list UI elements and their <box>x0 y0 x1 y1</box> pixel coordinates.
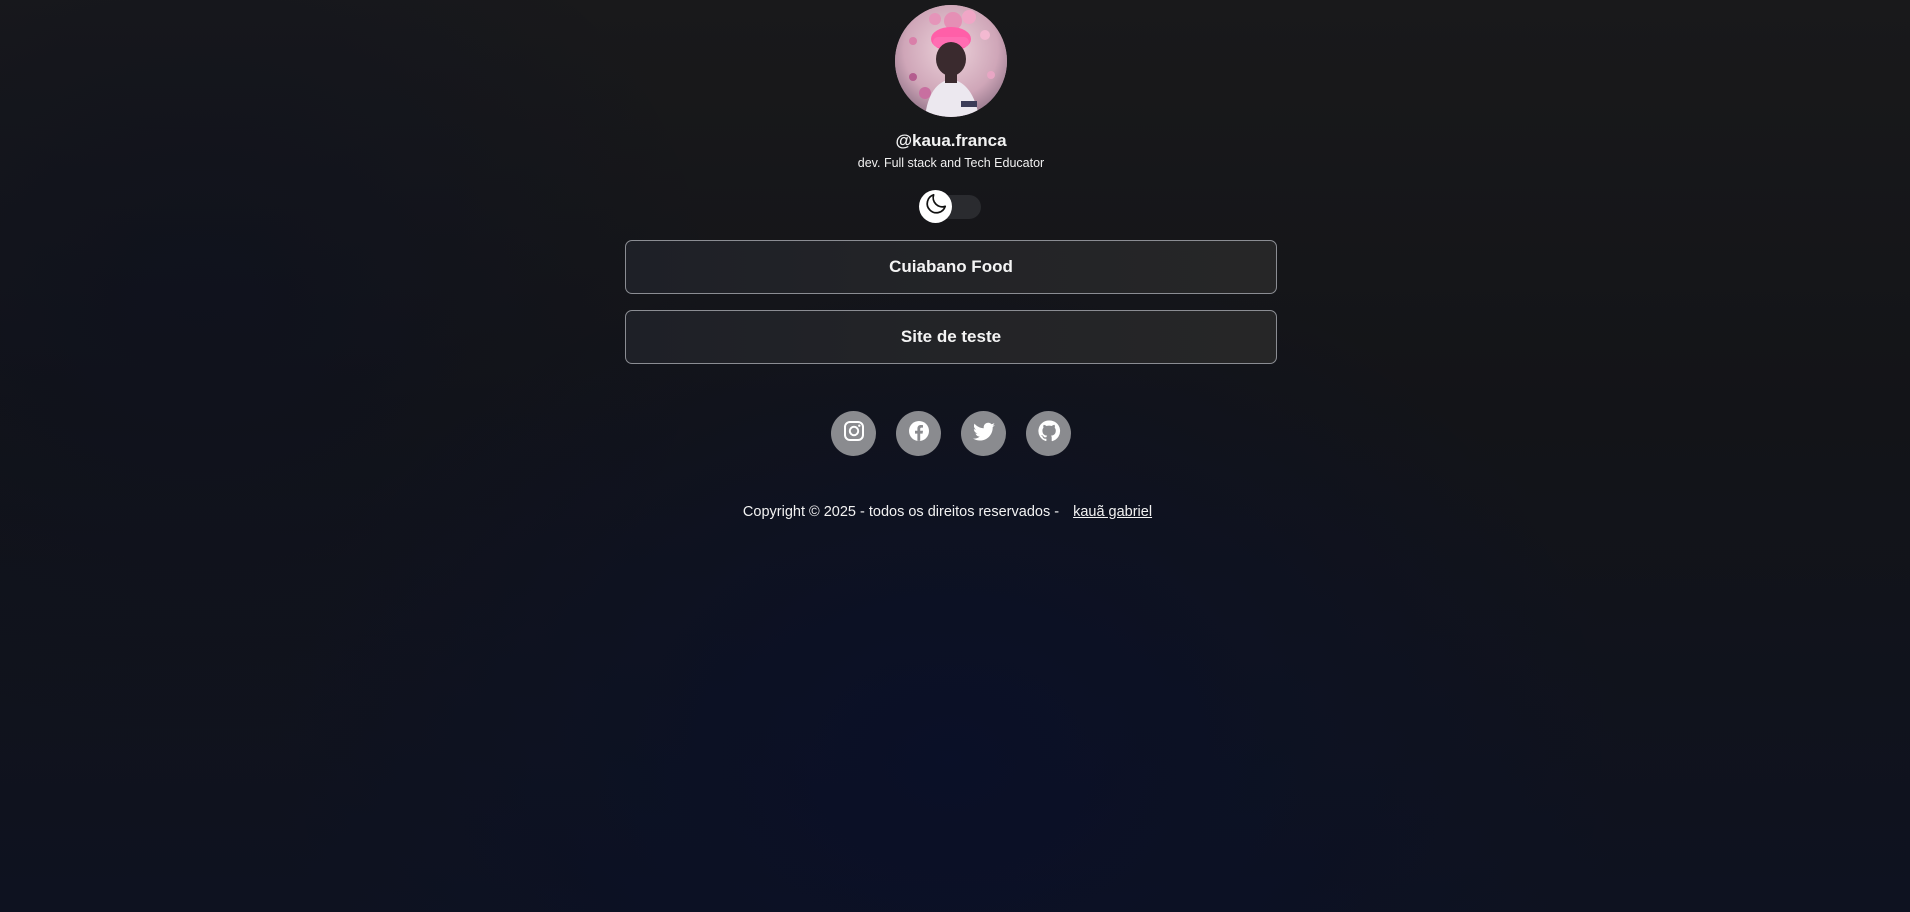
facebook-icon <box>907 419 931 448</box>
facebook-button[interactable] <box>896 411 941 456</box>
moon-icon <box>923 191 949 222</box>
instagram-button[interactable] <box>831 411 876 456</box>
link-button-site-de-teste[interactable]: Site de teste <box>625 310 1277 364</box>
username: @kaua.franca <box>895 131 1007 150</box>
author-link[interactable]: kauã gabriel <box>1073 504 1152 520</box>
theme-toggle[interactable] <box>919 190 983 223</box>
github-button[interactable] <box>1026 411 1071 456</box>
link-list: Cuiabano Food Site de teste <box>625 240 1277 364</box>
copyright-text: Copyright © 2025 - todos os direitos res… <box>742 504 1060 520</box>
footer: Copyright © 2025 - todos os direitos res… <box>743 504 1152 520</box>
bio: dev. Full stack and Tech Educator <box>857 156 1045 170</box>
twitter-icon <box>972 419 996 448</box>
profile-container: @kaua.franca dev. Full stack and Tech Ed… <box>625 0 1277 520</box>
github-icon <box>1037 419 1061 448</box>
link-button-cuiabano-food[interactable]: Cuiabano Food <box>625 240 1277 294</box>
social-links <box>831 411 1071 456</box>
avatar <box>895 5 1007 117</box>
twitter-button[interactable] <box>961 411 1006 456</box>
instagram-icon <box>842 419 866 448</box>
toggle-knob <box>919 190 952 223</box>
